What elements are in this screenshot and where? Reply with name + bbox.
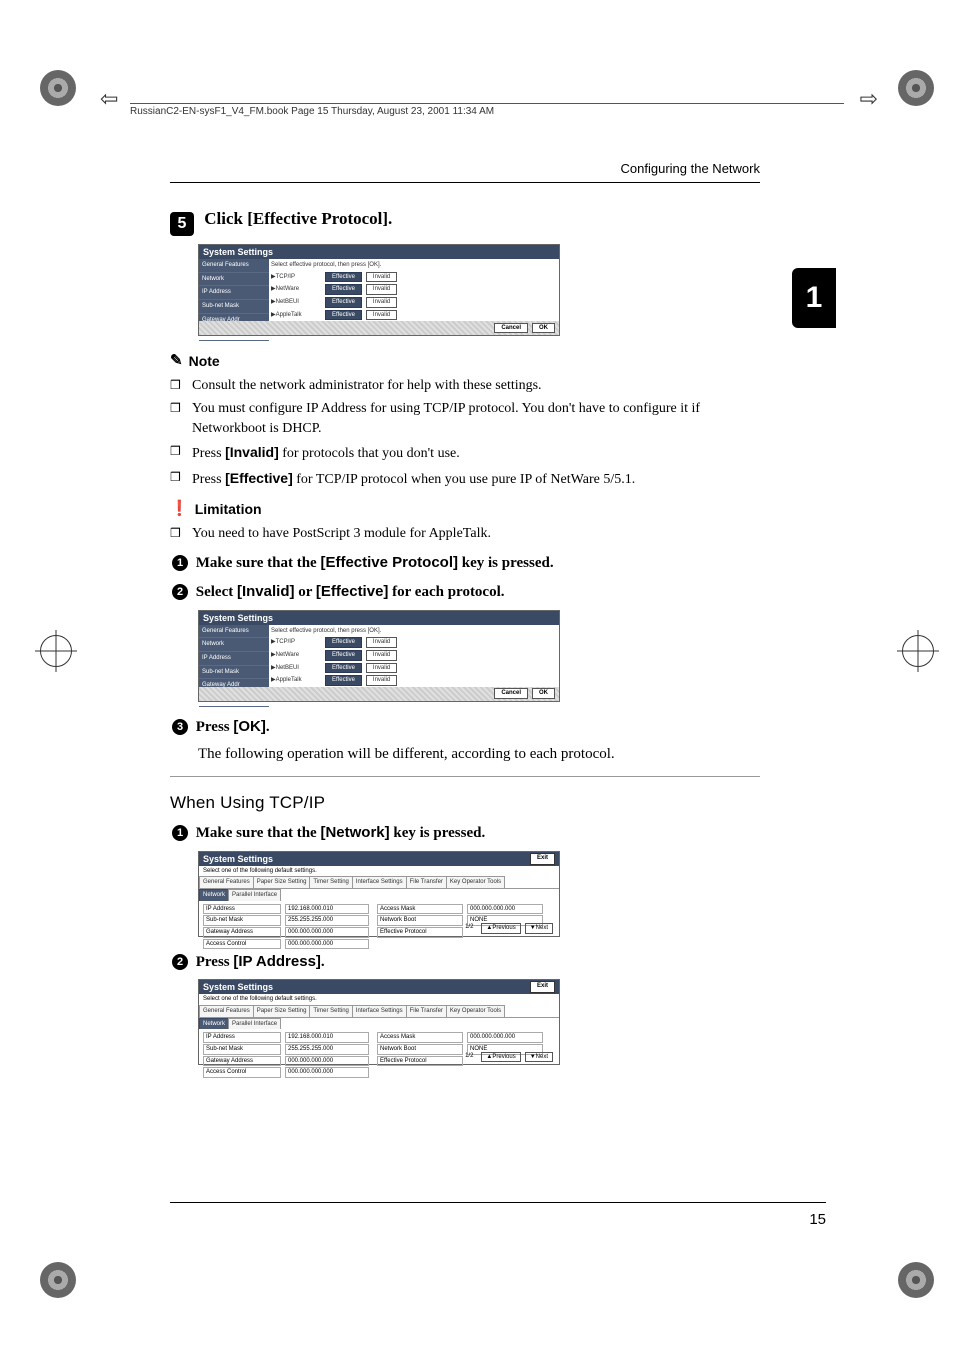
substep: 2 Press [IP Address]. [172, 951, 760, 974]
subtab-network[interactable]: Network [199, 889, 229, 901]
cancel-button[interactable]: Cancel [494, 688, 528, 699]
substep-number-icon: 2 [172, 584, 188, 600]
tab[interactable]: Interface Settings [352, 876, 407, 888]
prev-button[interactable]: ▲Previous [481, 923, 520, 934]
ok-button[interactable]: OK [532, 323, 555, 334]
tab[interactable]: General Features [199, 876, 254, 888]
content-area: Configuring the Network 5 Click [Effecti… [170, 160, 760, 1079]
crop-mark-icon [898, 1262, 934, 1298]
note-list: Consult the network administrator for he… [170, 376, 760, 490]
tab[interactable]: File Transfer [406, 876, 447, 888]
registration-mark-icon [40, 635, 72, 667]
next-button[interactable]: ▼Next [525, 923, 553, 934]
note-icon: ✎ [170, 350, 183, 372]
crop-mark-icon [898, 70, 934, 106]
note-heading: ✎ Note [170, 350, 760, 372]
page-number: 15 [809, 1211, 826, 1228]
dialog-title: System Settings [203, 853, 273, 865]
screenshot-system-settings: System Settings Exit Select one of the f… [198, 979, 560, 1065]
step-number-icon: 5 [170, 212, 194, 236]
crop-mark-icon [40, 1262, 76, 1298]
step-heading: 5 Click [Effective Protocol]. [170, 207, 760, 236]
note-item: Press [Invalid] for protocols that you d… [170, 442, 760, 464]
next-button[interactable]: ▼Next [525, 1052, 553, 1063]
limitation-item: You need to have PostScript 3 module for… [170, 524, 760, 544]
substep-body: The following operation will be differen… [198, 744, 760, 766]
substep-number-icon: 3 [172, 719, 188, 735]
tab-row: General Features Paper Size Setting Time… [199, 876, 559, 889]
dialog-bottombar: Cancel OK [199, 321, 559, 335]
screenshot-effective-protocol: System Settings General Features Network… [198, 610, 560, 702]
substep: 1 Make sure that the [Network] key is pr… [172, 822, 760, 845]
footer-rule [170, 1202, 826, 1203]
running-head: Configuring the Network [170, 160, 760, 183]
limitation-list: You need to have PostScript 3 module for… [170, 524, 760, 544]
exit-button[interactable]: Exit [530, 981, 555, 993]
note-item: Press [Effective] for TCP/IP protocol wh… [170, 468, 760, 490]
tab[interactable]: Paper Size Setting [253, 876, 311, 888]
substep: 3 Press [OK]. [172, 716, 760, 739]
screenshot-system-settings: System Settings Exit Select one of the f… [198, 851, 560, 937]
note-item: You must configure IP Address for using … [170, 399, 760, 440]
limitation-icon: ❗ [170, 498, 189, 520]
substep-number-icon: 1 [172, 555, 188, 571]
crop-mark-icon [40, 70, 76, 106]
substep-number-icon: 2 [172, 954, 188, 970]
section-heading: When Using TCP/IP [170, 791, 760, 816]
dialog-title: System Settings [199, 245, 559, 259]
screenshot-effective-protocol: System Settings General Features Network… [198, 244, 560, 336]
registration-mark-icon [902, 635, 934, 667]
chapter-tab: 1 [792, 268, 836, 328]
document-page: ⇦ ⇨ RussianC2-EN-sysF1_V4_FM.book Page 1… [0, 0, 954, 1348]
arrow-icon: ⇦ [100, 86, 118, 112]
tab[interactable]: Key Operator Tools [446, 876, 505, 888]
substep: 1 Make sure that the [Effective Protocol… [172, 552, 760, 575]
book-header: RussianC2-EN-sysF1_V4_FM.book Page 15 Th… [130, 103, 844, 117]
tab[interactable]: Timer Setting [309, 876, 352, 888]
substep-number-icon: 1 [172, 825, 188, 841]
dialog-main: Select effective protocol, then press [O… [269, 259, 559, 321]
step-title: Click [Effective Protocol]. [204, 209, 392, 228]
limitation-heading: ❗ Limitation [170, 498, 760, 520]
note-item: Consult the network administrator for he… [170, 376, 760, 396]
separator [170, 776, 760, 777]
cancel-button[interactable]: Cancel [494, 323, 528, 334]
exit-button[interactable]: Exit [530, 853, 555, 865]
subtab-parallel[interactable]: Parallel Interface [228, 889, 281, 901]
ok-button[interactable]: OK [532, 688, 555, 699]
prev-button[interactable]: ▲Previous [481, 1052, 520, 1063]
arrow-icon: ⇨ [860, 86, 878, 112]
substep: 2 Select [Invalid] or [Effective] for ea… [172, 581, 760, 604]
